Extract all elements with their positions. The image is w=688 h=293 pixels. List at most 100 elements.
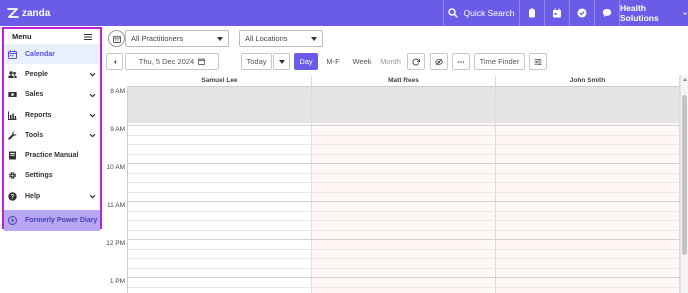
time-slot-line xyxy=(128,210,680,212)
time-slot-line xyxy=(128,248,680,250)
time-slot-line xyxy=(128,267,680,269)
sidebar-item-label: Help xyxy=(25,192,41,200)
time-label: 11 AM xyxy=(107,202,125,209)
time-slot-line xyxy=(128,125,680,126)
zanda-logo[interactable]: zanda xyxy=(7,7,50,19)
time-label: 12 PM xyxy=(106,240,125,247)
scroll-up-icon[interactable] xyxy=(683,78,687,81)
sidebar-item-people[interactable]: People xyxy=(4,64,100,84)
today-button[interactable]: Today xyxy=(241,53,272,70)
sidebar-item-label: Formerly Power Diary xyxy=(25,217,98,225)
time-slot-line xyxy=(128,277,680,278)
organization-name: Health Solutions xyxy=(620,3,659,23)
mini-calendar-button[interactable] xyxy=(108,30,125,47)
calendar-toolbar: Thu, 5 Dec 2024 Today Day M-F Week Month… xyxy=(104,52,688,71)
calendar-scrollbar[interactable] xyxy=(680,75,688,293)
practitioner-header: Samuel Lee xyxy=(128,75,312,87)
filter-bar: All Practitioners All Locations xyxy=(104,27,688,49)
book-icon xyxy=(8,151,17,160)
view-week-button[interactable]: Week xyxy=(348,53,376,70)
sidebar-item-label: Reports xyxy=(25,111,52,119)
practitioner-column[interactable] xyxy=(312,87,496,293)
time-slot-line xyxy=(128,239,680,240)
wrench-icon xyxy=(8,131,17,140)
caret-down-icon xyxy=(311,37,317,41)
view-month-button[interactable]: Month xyxy=(377,53,404,70)
sidebar-item-calendar[interactable]: Calendar xyxy=(4,44,100,65)
practitioner-header: Matt Rees xyxy=(312,75,496,87)
sidebar-item-label: Calendar xyxy=(25,50,55,58)
hamburger-icon[interactable] xyxy=(84,33,92,41)
view-mf-label: M-F xyxy=(326,57,340,66)
menu-title: Menu xyxy=(12,32,32,41)
time-slot-line xyxy=(128,106,680,107)
calendar-icon xyxy=(112,35,121,43)
time-slot-line xyxy=(128,229,680,231)
sidebar-item-label: Settings xyxy=(25,172,53,180)
chat-icon xyxy=(602,9,612,17)
sidebar-item-label: Sales xyxy=(25,91,44,99)
refresh-icon xyxy=(412,58,420,65)
tasks-button[interactable] xyxy=(569,0,594,26)
clipboard-button[interactable] xyxy=(519,0,544,26)
calendar-icon xyxy=(8,49,17,59)
organization-menu[interactable]: Health Solutions xyxy=(619,0,688,26)
time-finder-button[interactable]: Time Finder xyxy=(474,53,525,70)
view-day-button[interactable]: Day xyxy=(294,53,318,70)
calendar-icon xyxy=(553,8,561,18)
check-circle-icon xyxy=(577,8,587,18)
zanda-logo-icon xyxy=(7,8,19,18)
time-label: 10 AM xyxy=(106,164,125,171)
locations-select[interactable]: All Locations xyxy=(239,30,323,47)
sidebar-item-reports[interactable]: Reports xyxy=(4,105,100,125)
time-gutter: 8 AM 9 AM 10 AM 11 AM 12 PM 1 PM xyxy=(103,87,128,293)
calendar-grid[interactable] xyxy=(128,87,680,293)
time-slot-line xyxy=(128,144,680,145)
calendar-settings-button[interactable] xyxy=(529,53,547,70)
today-dropdown-button[interactable] xyxy=(273,53,290,70)
day-calendar: Samuel Lee Matt Rees John Smith 8 AM 9 A… xyxy=(103,75,688,293)
time-label: 1 PM xyxy=(109,278,125,285)
view-week-label: Week xyxy=(352,57,372,66)
quick-search-button[interactable]: Quick Search xyxy=(443,0,519,26)
scroll-thumb[interactable] xyxy=(682,95,687,255)
more-options-button[interactable] xyxy=(452,53,470,70)
time-slot-line xyxy=(128,96,680,98)
date-picker[interactable]: Thu, 5 Dec 2024 xyxy=(125,53,219,70)
sidebar-item-sales[interactable]: Sales xyxy=(4,85,100,105)
time-slot-line xyxy=(128,115,680,117)
sidebar-item-practice-manual[interactable]: Practice Manual xyxy=(4,145,100,165)
unavailable-block xyxy=(312,87,495,123)
refresh-button[interactable] xyxy=(407,53,425,70)
sidebar-item-tools[interactable]: Tools xyxy=(4,125,100,145)
quick-search-label: Quick Search xyxy=(463,8,515,18)
unavailable-block xyxy=(496,87,679,123)
practitioner-column[interactable] xyxy=(128,87,312,293)
sidebar-item-label: Practice Manual xyxy=(25,152,79,160)
caret-down-icon xyxy=(278,59,285,64)
logo-text: zanda xyxy=(22,7,51,19)
chevron-down-icon xyxy=(682,11,688,15)
sidebar-item-formerly-power-diary[interactable]: Formerly Power Diary xyxy=(4,210,100,231)
hide-cancelled-button[interactable] xyxy=(430,53,448,70)
messages-button[interactable] xyxy=(594,0,619,26)
previous-day-button[interactable] xyxy=(106,53,123,70)
menu-header: Menu xyxy=(4,29,100,44)
chevron-down-icon xyxy=(89,133,96,138)
people-icon xyxy=(8,70,17,79)
calendar-quick-button[interactable] xyxy=(544,0,569,26)
time-slot-line xyxy=(128,172,680,174)
view-mf-button[interactable]: M-F xyxy=(322,53,344,70)
practitioner-column[interactable] xyxy=(496,87,680,293)
practitioners-select[interactable]: All Practitioners xyxy=(125,30,229,47)
cash-icon xyxy=(8,90,17,99)
caret-down-icon xyxy=(217,37,223,41)
sidebar-item-help[interactable]: ? Help xyxy=(4,186,100,206)
search-icon xyxy=(448,8,459,18)
time-slot-line xyxy=(128,258,680,259)
chevron-down-icon xyxy=(89,194,96,199)
sidebar-item-settings[interactable]: Settings xyxy=(4,166,100,186)
time-slot-line xyxy=(128,201,680,202)
sidebar-item-label: Tools xyxy=(25,131,44,139)
gear-icon xyxy=(8,171,17,180)
